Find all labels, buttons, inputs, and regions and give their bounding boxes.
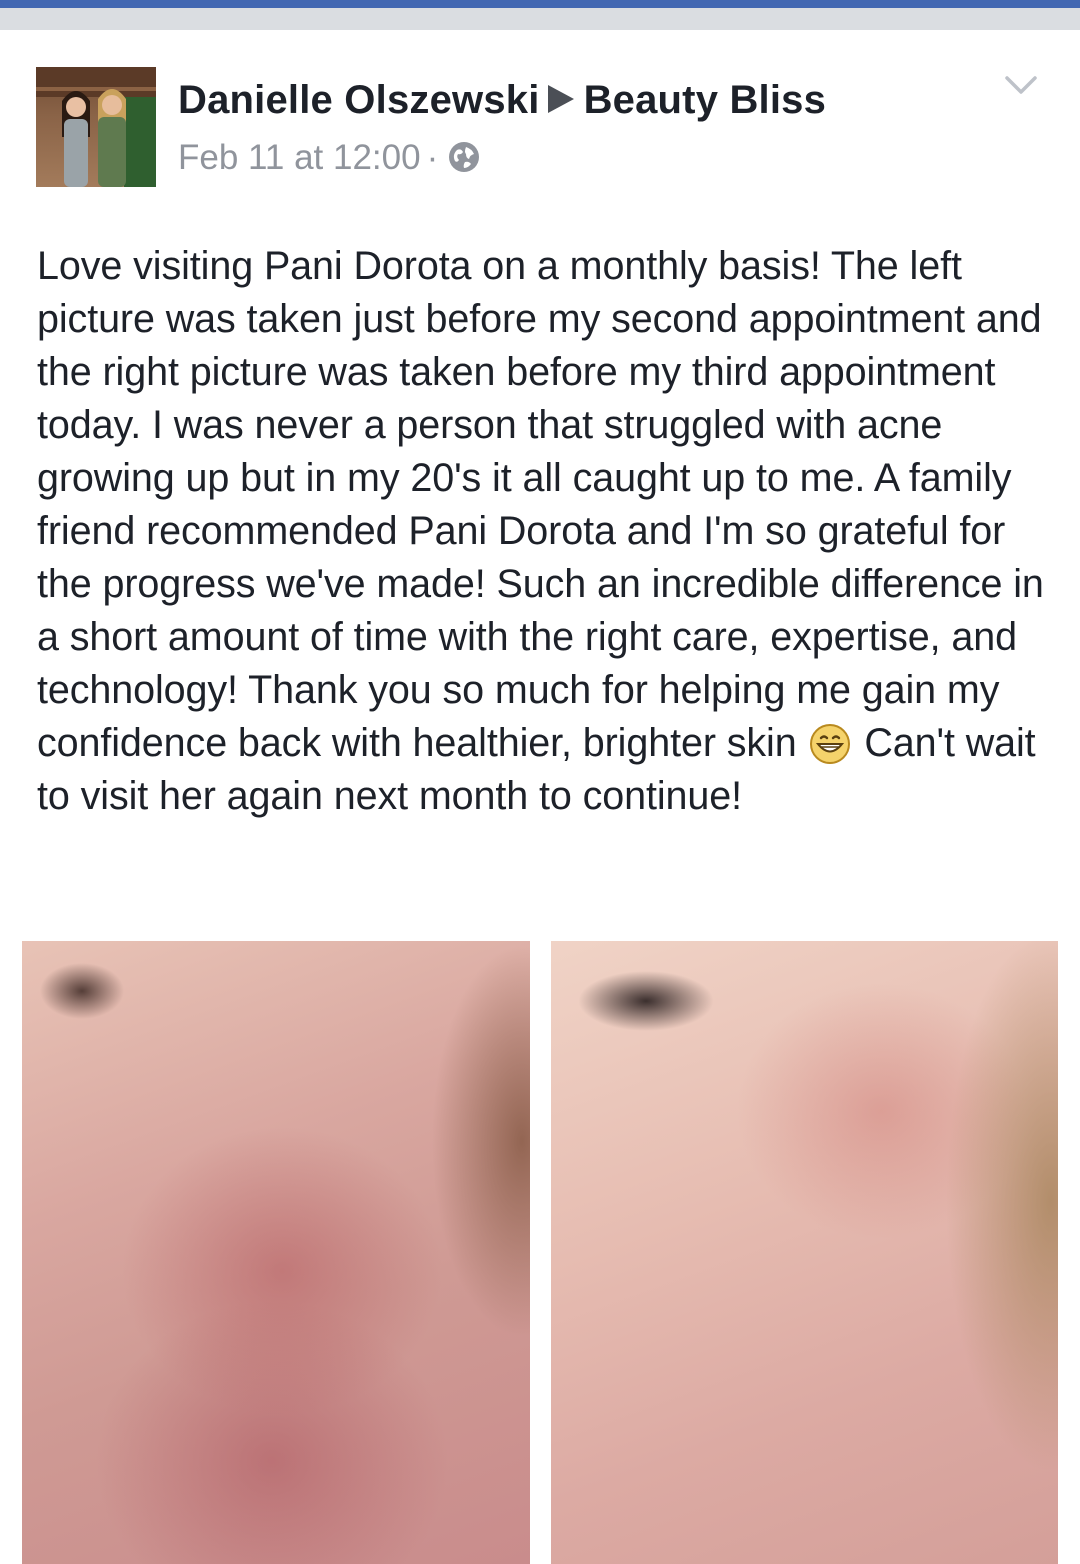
after-photo[interactable] (551, 941, 1058, 1564)
author-name[interactable]: Danielle Olszewski (178, 78, 540, 122)
post-body-text: Love visiting Pani Dorota on a monthly b… (37, 240, 1057, 823)
post-timestamp[interactable]: Feb 11 at 12:00 (178, 138, 421, 177)
before-photo[interactable] (22, 941, 530, 1564)
post-meta: Feb 11 at 12:00 · (178, 138, 480, 178)
avatar[interactable] (36, 67, 156, 187)
chevron-down-icon[interactable] (1004, 72, 1038, 98)
page-name[interactable]: Beauty Bliss (584, 78, 827, 122)
post-text-main: Love visiting Pani Dorota on a monthly b… (37, 244, 1055, 765)
globe-icon[interactable] (448, 141, 480, 173)
feed-gap (0, 8, 1080, 30)
photo-divider (530, 941, 551, 1564)
meta-separator: · (426, 138, 439, 177)
grinning-face-emoji-icon (809, 723, 851, 765)
top-app-bar-edge (0, 0, 1080, 8)
arrow-right-icon (546, 83, 576, 115)
post-header-title: Danielle Olszewski Beauty Bliss (178, 78, 826, 123)
